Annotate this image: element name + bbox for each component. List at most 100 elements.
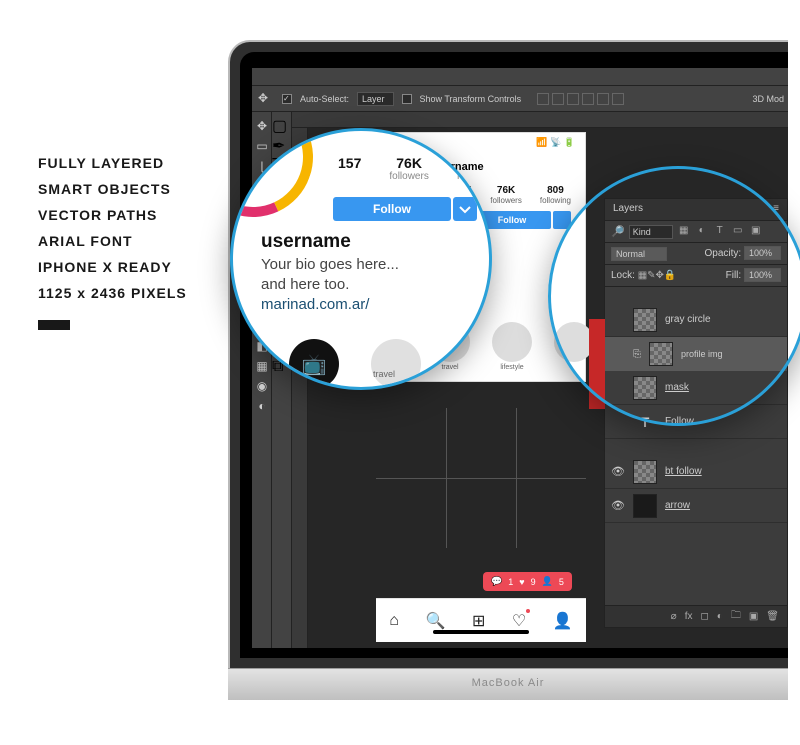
options-bar[interactable]: ✥ Auto-Select: Layer Show Transform Cont… xyxy=(252,86,788,112)
align-buttons[interactable] xyxy=(537,93,624,105)
story-bubble[interactable] xyxy=(554,322,594,362)
opacity-field[interactable]: 100% xyxy=(744,246,781,260)
layer-thumb[interactable] xyxy=(633,376,657,400)
mode-label[interactable]: 3D Mod xyxy=(752,94,784,104)
add-tab-icon[interactable]: ⊞ xyxy=(472,611,485,631)
auto-select-checkbox[interactable] xyxy=(282,94,292,104)
layers-panel: Layers ≡ 🔎 Kind ▦ ◐ T ▭ ▣ Normal Opacity… xyxy=(604,198,788,628)
layers-footer: ⌀ fx ◻ ◐ 🗀 ▣ 🗑 xyxy=(605,605,787,627)
filter-icon[interactable]: 🔎 xyxy=(611,225,625,238)
layer-item[interactable]: 👁 arrow xyxy=(605,489,787,523)
visibility-icon[interactable] xyxy=(611,381,625,395)
group-icon[interactable]: 🗀 xyxy=(731,608,741,625)
layer-thumb[interactable] xyxy=(633,494,657,518)
lock-label: Lock: xyxy=(611,270,635,281)
blend-dropdown[interactable]: Normal xyxy=(611,247,667,261)
layer-item[interactable]: mask xyxy=(605,371,787,405)
lock-all-icon[interactable]: 🔒 xyxy=(664,270,676,281)
layer-name[interactable]: bt follow xyxy=(665,466,702,477)
visibility-icon[interactable] xyxy=(611,313,625,327)
opacity-label: Opacity: xyxy=(705,248,742,259)
lock-pixel-icon[interactable]: ✎ xyxy=(647,270,655,281)
show-tc-label: Show Transform Controls xyxy=(420,94,522,104)
layer-item[interactable]: gray circle xyxy=(605,303,787,337)
visibility-icon[interactable] xyxy=(611,347,625,361)
zoom-igtv-icon[interactable]: 📺 xyxy=(289,339,339,389)
tab-bar: ⌂ 🔍 ⊞ ♡ 👤 xyxy=(376,598,586,642)
layer-name[interactable]: arrow xyxy=(665,500,690,511)
profile-tab-icon[interactable]: 👤 xyxy=(553,611,573,631)
lock-pos-icon[interactable]: ✥ xyxy=(656,270,664,281)
panel-menu-icon[interactable]: ≡ xyxy=(773,203,779,216)
filter-type-icon[interactable]: T xyxy=(713,225,727,239)
search-tab-icon[interactable]: 🔍 xyxy=(425,611,445,631)
divider-bar xyxy=(38,320,70,330)
filter-smart-icon[interactable]: ▣ xyxy=(749,225,763,239)
fill-field[interactable]: 100% xyxy=(744,268,781,282)
layer-thumb[interactable] xyxy=(633,308,657,332)
zoom-bio: Your bio goes here... and here too. mari… xyxy=(261,255,399,315)
layer-item[interactable]: T Follow xyxy=(605,405,787,439)
zoom-lens-profile: 157 76Kfollowers 809following Follow use… xyxy=(230,128,492,390)
layer-name[interactable]: Follow xyxy=(665,416,694,427)
layer-name[interactable]: gray circle xyxy=(665,314,711,325)
zoom-story-bubble[interactable] xyxy=(371,339,421,389)
gradient-tool-icon[interactable]: ▦ xyxy=(252,356,272,376)
home-indicator xyxy=(433,630,529,634)
lock-trans-icon[interactable]: ▦ xyxy=(638,270,647,281)
fx-icon[interactable]: fx xyxy=(685,611,693,622)
feature-list: FULLY LAYERED SMART OBJECTS VECTOR PATHS… xyxy=(38,150,187,306)
story-bubble[interactable] xyxy=(492,322,532,362)
dodge-tool-icon[interactable]: ◐ xyxy=(252,396,272,416)
ruler-horizontal[interactable] xyxy=(292,112,788,128)
layer-name[interactable]: profile img xyxy=(681,349,723,359)
link-icon[interactable]: ⌀ xyxy=(671,611,677,622)
filter-adjust-icon[interactable]: ◐ xyxy=(695,225,709,239)
filter-shape-icon[interactable]: ▭ xyxy=(731,225,745,239)
activity-tab-icon[interactable]: ♡ xyxy=(512,611,526,631)
auto-select-label: Auto-Select: xyxy=(300,94,349,104)
feature-item: FULLY LAYERED xyxy=(38,150,187,176)
layers-tab[interactable]: Layers xyxy=(613,203,643,216)
zoom-username: username xyxy=(261,231,351,253)
feature-item: 1125 x 2436 PIXELS xyxy=(38,280,187,306)
layer-list: gray circle ⎘ profile img mask xyxy=(605,287,787,523)
notification-badge[interactable]: 💬1 ♥9 👤5 xyxy=(483,572,572,591)
panel-dock-strip[interactable] xyxy=(589,319,605,409)
fill-label: Fill: xyxy=(726,270,742,281)
zoom-story-label: travel xyxy=(373,369,395,379)
laptop-brand: MacBook Air xyxy=(228,677,788,689)
zoom-link[interactable]: marinad.com.ar/ xyxy=(261,295,399,315)
show-tc-checkbox[interactable] xyxy=(402,94,412,104)
new-layer-icon[interactable]: ▣ xyxy=(749,611,758,622)
menu-bar[interactable] xyxy=(252,68,788,86)
filter-pixel-icon[interactable]: ▦ xyxy=(677,225,691,239)
layer-item-selected[interactable]: ⎘ profile img xyxy=(605,337,787,371)
visibility-icon[interactable]: 👁 xyxy=(611,465,625,479)
adjust-icon[interactable]: ◐ xyxy=(717,611,723,622)
visibility-icon[interactable] xyxy=(611,415,625,429)
layer-item[interactable]: 👁 bt follow xyxy=(605,455,787,489)
visibility-icon[interactable]: 👁 xyxy=(611,499,625,513)
zoom-story-bubble[interactable] xyxy=(453,339,492,389)
story-label: lifestyle xyxy=(492,364,532,371)
zoom-follow-button[interactable]: Follow xyxy=(333,197,451,221)
smart-link-icon: ⎘ xyxy=(633,349,645,360)
auto-select-dropdown[interactable]: Layer xyxy=(357,92,394,106)
profile-ring-icon xyxy=(230,128,330,234)
follow-dropdown-icon[interactable] xyxy=(553,211,571,229)
delete-icon[interactable]: 🗑 xyxy=(766,611,779,622)
home-tab-icon[interactable]: ⌂ xyxy=(389,612,399,630)
zoom-follow-dropdown-icon[interactable] xyxy=(453,197,477,221)
layer-thumb[interactable] xyxy=(649,342,673,366)
kind-dropdown[interactable]: Kind xyxy=(629,225,673,239)
layer-name[interactable]: mask xyxy=(665,382,689,393)
user-icon: 👤 xyxy=(542,576,553,587)
mask-icon[interactable]: ◻ xyxy=(700,611,708,622)
layer-thumb[interactable] xyxy=(633,460,657,484)
feature-item: VECTOR PATHS xyxy=(38,202,187,228)
blur-tool-icon[interactable]: ◉ xyxy=(252,376,272,396)
move-tool-icon[interactable]: ✥ xyxy=(258,91,274,107)
photo-grid xyxy=(376,408,586,548)
type-thumb-icon: T xyxy=(633,414,657,430)
